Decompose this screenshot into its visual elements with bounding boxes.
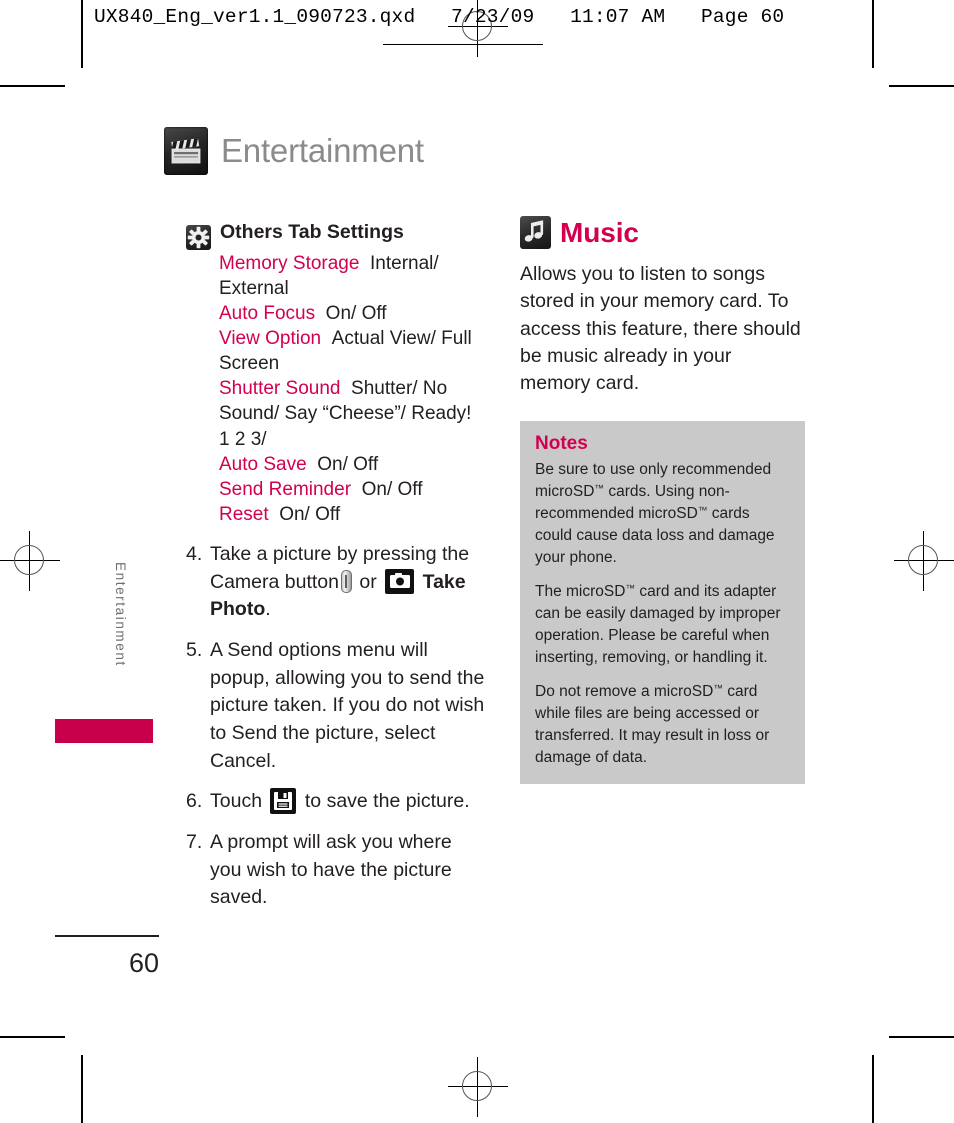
setting-value: On/ Off [361, 478, 423, 500]
step-text-part-3: . [265, 598, 271, 621]
side-tab-label: Entertainment [113, 562, 128, 667]
music-feature-heading: Music [520, 216, 805, 249]
setting-item: Auto Focus On/ Off [219, 301, 486, 326]
music-note-glyph [524, 220, 544, 242]
music-description: Allows you to listen to songs stored in … [520, 263, 801, 395]
step-6: 6. Touch to save the picture. [186, 788, 486, 816]
music-note-icon [520, 216, 551, 249]
setting-term: Reset [219, 503, 269, 525]
step-number: 6. [186, 790, 203, 813]
right-column: Music Allows you to listen to songs stor… [520, 216, 805, 785]
registration-mark-right [894, 531, 954, 591]
setting-item: Memory Storage Internal/ External [219, 251, 486, 301]
setting-term: Memory Storage [219, 253, 360, 274]
step-number: 4. [186, 542, 203, 565]
setting-value: On/ Off [317, 453, 379, 475]
step-body: A prompt will ask you where you wish to … [210, 831, 452, 909]
section-header: Entertainment [164, 127, 424, 175]
camera-button-icon [341, 569, 352, 593]
camera-icon [385, 568, 415, 594]
step-body: Touch to save the picture. [210, 788, 486, 816]
setting-term: Auto Save [219, 453, 307, 475]
settings-definition-list: Memory Storage Internal/ External Auto F… [186, 251, 486, 527]
slugline-text: UX840_Eng_ver1.1_090723.qxd 7/23/09 11:0… [94, 6, 785, 28]
setting-value: On/ Off [279, 503, 341, 525]
note-paragraph: The microSD™ card and its adapter can be… [535, 583, 781, 667]
notes-title: Notes [535, 433, 588, 455]
music-title: Music [560, 216, 639, 248]
setting-item: Reset On/ Off [219, 502, 486, 527]
step-7: 7. A prompt will ask you where you wish … [186, 829, 486, 912]
step-4: 4. Take a picture by pressing the Camera… [186, 541, 486, 624]
step-5: 5. A Send options menu will popup, allow… [186, 637, 486, 775]
others-tab-settings-heading: Others Tab Settings [186, 221, 486, 250]
floppy-glyph [274, 792, 293, 811]
setting-item: View Option Actual View/ Full Screen [219, 326, 486, 376]
step-number: 5. [186, 638, 203, 661]
setting-item: Send Reminder On/ Off [219, 477, 486, 502]
note-paragraph: Be sure to use only recommended microSD™… [535, 461, 775, 567]
folio-rule [55, 935, 159, 937]
crop-mark-bottom-right-horizontal [889, 1036, 954, 1038]
note-paragraph: Do not remove a microSD™ card while file… [535, 683, 770, 767]
step-text-part-2: or [359, 570, 377, 593]
step-number: 7. [186, 831, 203, 854]
crop-mark-bottom-left-horizontal [0, 1036, 65, 1038]
save-floppy-icon [270, 788, 297, 815]
step-text-part-2: to save the picture. [304, 790, 470, 813]
setting-item: Shutter Sound Shutter/ No Sound/ Say “Ch… [219, 376, 486, 451]
setting-term: Send Reminder [219, 478, 352, 500]
crop-mark-top-right-vertical [872, 0, 874, 68]
camera-glyph [390, 572, 411, 588]
page-number: 60 [128, 948, 159, 978]
crop-mark-bottom-left-vertical [81, 1055, 83, 1123]
step-text-part-1: Touch [210, 790, 263, 813]
crop-mark-top-left-horizontal [0, 85, 65, 87]
step-body: Take a picture by pressing the Camera bu… [210, 541, 486, 624]
page-canvas: UX840_Eng_ver1.1_090723.qxd 7/23/09 11:0… [0, 0, 954, 1123]
left-column: Others Tab Settings Memory Storage Inter… [186, 221, 486, 925]
setting-value: On/ Off [325, 303, 387, 325]
side-tab-block [55, 719, 153, 743]
clapperboard-glyph [171, 138, 201, 164]
gear-icon [186, 225, 211, 250]
crop-mark-top-right-horizontal [889, 85, 954, 87]
gear-glyph [187, 226, 210, 249]
slugline-rule [383, 44, 543, 45]
registration-mark-left [0, 531, 60, 591]
setting-term: Auto Focus [219, 303, 316, 325]
page-title: Entertainment [221, 132, 424, 169]
notes-box: Notes Be sure to use only recommended mi… [520, 421, 805, 785]
numbered-steps-list: 4. Take a picture by pressing the Camera… [186, 541, 486, 912]
crop-mark-top-left-vertical [81, 0, 83, 68]
clapperboard-icon [164, 127, 208, 175]
registration-mark-bottom [448, 1057, 508, 1117]
setting-term: View Option [219, 328, 322, 350]
setting-item: Auto Save On/ Off [219, 452, 486, 477]
crop-mark-bottom-right-vertical [872, 1055, 874, 1123]
setting-term: Shutter Sound [219, 378, 341, 400]
others-tab-settings-label: Others Tab Settings [220, 221, 404, 243]
step-body: A Send options menu will popup, allowing… [210, 638, 485, 772]
